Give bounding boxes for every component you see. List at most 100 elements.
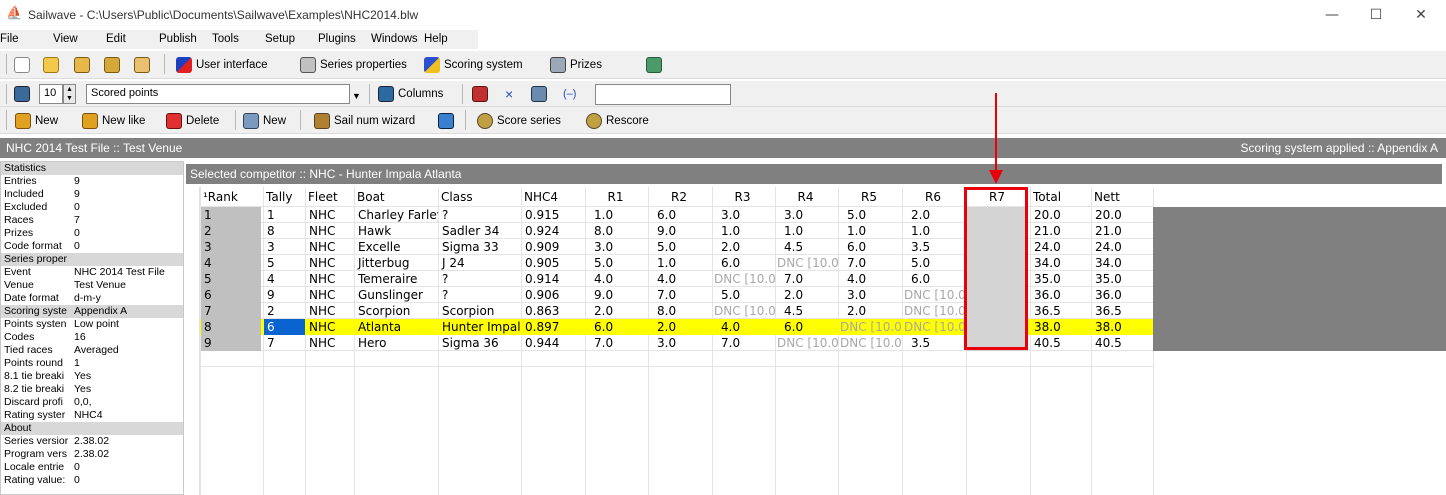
link-icon[interactable]: (–) xyxy=(563,84,576,104)
cell-fleet[interactable]: NHC xyxy=(306,223,354,239)
panel-property-row[interactable]: Code format 0 xyxy=(1,240,183,253)
cell-r1[interactable]: 9.0 xyxy=(586,287,648,303)
cell-r6[interactable]: DNC [10.0] xyxy=(903,287,966,303)
cell-rank[interactable]: 8 xyxy=(201,319,261,335)
panel-property-row[interactable]: Included 9 xyxy=(1,188,183,201)
cell-r3[interactable]: 3.0 xyxy=(713,207,775,223)
cell-nhc4[interactable]: 0.906 xyxy=(522,287,585,303)
cell-nhc4[interactable]: 0.915 xyxy=(522,207,585,223)
cell-rank[interactable]: 4 xyxy=(201,255,261,271)
cell-rank[interactable]: 9 xyxy=(201,335,261,351)
cell-boat[interactable]: Temeraire xyxy=(355,271,438,287)
cell-r1[interactable]: 6.0 xyxy=(586,319,648,335)
cell-nhc4[interactable]: 0.909 xyxy=(522,239,585,255)
cell-r2[interactable]: 5.0 xyxy=(649,239,712,255)
close-button[interactable]: ✕ xyxy=(1406,4,1436,26)
cell-r3[interactable]: 1.0 xyxy=(713,223,775,239)
cell-tally[interactable]: 7 xyxy=(264,335,305,351)
cell-r6[interactable]: 2.0 xyxy=(903,207,966,223)
cell-rank[interactable]: 3 xyxy=(201,239,261,255)
cell-nett[interactable]: 38.0 xyxy=(1092,319,1153,335)
cell-r5[interactable]: 7.0 xyxy=(839,255,902,271)
cell-class[interactable]: Scorpion xyxy=(439,303,521,319)
cell-fleet[interactable]: NHC xyxy=(306,239,354,255)
cell-boat[interactable]: Atlanta xyxy=(355,319,438,335)
cell-r2[interactable]: 2.0 xyxy=(649,319,712,335)
cell-r5[interactable]: DNC [10.0] xyxy=(839,319,902,335)
cell-r2[interactable]: 9.0 xyxy=(649,223,712,239)
cell-r3[interactable]: 7.0 xyxy=(713,335,775,351)
cell-fleet[interactable]: NHC xyxy=(306,287,354,303)
column-header-r2[interactable]: R2 xyxy=(648,189,710,205)
column-header-rank[interactable]: ¹Rank xyxy=(203,189,264,205)
search-input[interactable] xyxy=(595,84,731,105)
cell-total[interactable]: 40.5 xyxy=(1031,335,1091,351)
panel-property-row[interactable]: Rating syster NHC4 xyxy=(1,409,183,422)
cell-r5[interactable]: 1.0 xyxy=(839,223,902,239)
cell-fleet[interactable]: NHC xyxy=(306,207,354,223)
cell-r6[interactable]: DNC [10.0] xyxy=(903,319,966,335)
cell-r1[interactable]: 8.0 xyxy=(586,223,648,239)
cell-total[interactable]: 35.0 xyxy=(1031,271,1091,287)
prizes-button[interactable]: Prizes xyxy=(550,55,602,75)
panel-section-header[interactable]: About xyxy=(1,422,183,435)
cell-class[interactable]: Sigma 36 xyxy=(439,335,521,351)
cell-nett[interactable]: 40.5 xyxy=(1092,335,1153,351)
column-header-tally[interactable]: Tally xyxy=(266,189,306,205)
score-series-button[interactable]: Score series xyxy=(477,111,561,131)
cell-r5[interactable]: 6.0 xyxy=(839,239,902,255)
cell-r6[interactable]: 3.5 xyxy=(903,335,966,351)
panel-property-row[interactable]: Discard profi 0,0, xyxy=(1,396,183,409)
panel-property-row[interactable]: Scoring syste Appendix A xyxy=(1,305,183,318)
cell-r4[interactable]: 2.0 xyxy=(776,287,838,303)
cell-r2[interactable]: 7.0 xyxy=(649,287,712,303)
cell-tally[interactable]: 1 xyxy=(264,207,305,223)
column-header-r6[interactable]: R6 xyxy=(902,189,964,205)
cell-r4[interactable]: 4.5 xyxy=(776,303,838,319)
cell-class[interactable]: ? xyxy=(439,207,521,223)
cell-nett[interactable]: 36.0 xyxy=(1092,287,1153,303)
cell-nhc4[interactable]: 0.944 xyxy=(522,335,585,351)
panel-property-row[interactable]: 8.1 tie breaki Yes xyxy=(1,370,183,383)
cell-rank[interactable]: 5 xyxy=(201,271,261,287)
cell-r1[interactable]: 3.0 xyxy=(586,239,648,255)
publish-icon[interactable] xyxy=(646,55,666,75)
cell-total[interactable]: 21.0 xyxy=(1031,223,1091,239)
cell-r1[interactable]: 4.0 xyxy=(586,271,648,287)
cell-nhc4[interactable]: 0.905 xyxy=(522,255,585,271)
panel-property-row[interactable]: Venue Test Venue xyxy=(1,279,183,292)
menu-tools[interactable]: Tools xyxy=(212,33,239,45)
scoring-system-button[interactable]: Scoring system xyxy=(424,55,523,75)
cell-tally[interactable]: 8 xyxy=(264,223,305,239)
panel-property-row[interactable]: Prizes 0 xyxy=(1,227,183,240)
cell-r2[interactable]: 4.0 xyxy=(649,271,712,287)
cell-nett[interactable]: 34.0 xyxy=(1092,255,1153,271)
cell-boat[interactable]: Jitterbug xyxy=(355,255,438,271)
save-icon[interactable] xyxy=(74,55,94,75)
series-properties-button[interactable]: Series properties xyxy=(300,55,407,75)
cell-total[interactable]: 36.5 xyxy=(1031,303,1091,319)
cell-r6[interactable]: DNC [10.0] xyxy=(903,303,966,319)
cell-r1[interactable]: 1.0 xyxy=(586,207,648,223)
cell-total[interactable]: 36.0 xyxy=(1031,287,1091,303)
cell-r3[interactable]: DNC [10.0] xyxy=(713,303,775,319)
cell-tally[interactable]: 9 xyxy=(264,287,305,303)
cell-nett[interactable]: 24.0 xyxy=(1092,239,1153,255)
cell-r6[interactable]: 5.0 xyxy=(903,255,966,271)
cell-total[interactable]: 38.0 xyxy=(1031,319,1091,335)
cell-tally[interactable]: 5 xyxy=(264,255,305,271)
cell-r6[interactable]: 1.0 xyxy=(903,223,966,239)
cell-class[interactable]: Sadler 34 xyxy=(439,223,521,239)
clear-filter-icon[interactable]: × xyxy=(505,84,513,104)
view-select[interactable]: Scored points xyxy=(86,84,350,104)
panel-property-row[interactable]: 8.2 tie breaki Yes xyxy=(1,383,183,396)
cell-fleet[interactable]: NHC xyxy=(306,319,354,335)
cell-class[interactable]: J 24 xyxy=(439,255,521,271)
cell-boat[interactable]: Scorpion xyxy=(355,303,438,319)
menu-windows[interactable]: Windows xyxy=(371,33,418,45)
cell-rank[interactable]: 6 xyxy=(201,287,261,303)
cell-nhc4[interactable]: 0.924 xyxy=(522,223,585,239)
cell-r5[interactable]: 5.0 xyxy=(839,207,902,223)
panel-property-row[interactable]: Tied races Averaged xyxy=(1,344,183,357)
panel-property-row[interactable]: Points systen Low point xyxy=(1,318,183,331)
